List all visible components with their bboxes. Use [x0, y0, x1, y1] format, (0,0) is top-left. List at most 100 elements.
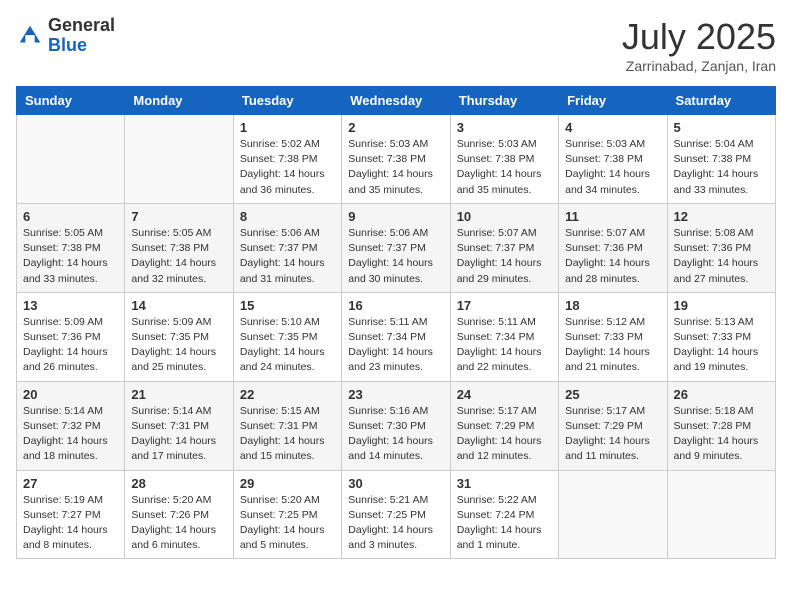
day-number: 21 — [131, 387, 226, 402]
day-info: Sunrise: 5:11 AM Sunset: 7:34 PM Dayligh… — [348, 315, 443, 376]
weekday-header-thursday: Thursday — [450, 87, 558, 115]
day-info: Sunrise: 5:04 AM Sunset: 7:38 PM Dayligh… — [674, 137, 769, 198]
day-info: Sunrise: 5:18 AM Sunset: 7:28 PM Dayligh… — [674, 404, 769, 465]
calendar-cell: 30 Sunrise: 5:21 AM Sunset: 7:25 PM Dayli… — [342, 470, 450, 559]
logo-general-text: General — [48, 16, 115, 36]
day-number: 22 — [240, 387, 335, 402]
weekday-header-row: SundayMondayTuesdayWednesdayThursdayFrid… — [17, 87, 776, 115]
calendar-cell: 18 Sunrise: 5:12 AM Sunset: 7:33 PM Dayli… — [559, 292, 667, 381]
day-info: Sunrise: 5:10 AM Sunset: 7:35 PM Dayligh… — [240, 315, 335, 376]
day-info: Sunrise: 5:16 AM Sunset: 7:30 PM Dayligh… — [348, 404, 443, 465]
week-row-5: 27 Sunrise: 5:19 AM Sunset: 7:27 PM Dayli… — [17, 470, 776, 559]
calendar-cell: 17 Sunrise: 5:11 AM Sunset: 7:34 PM Dayli… — [450, 292, 558, 381]
day-number: 31 — [457, 476, 552, 491]
calendar-cell: 6Sunrise: 5:05 AM Sunset: 7:38 PM Daylig… — [17, 203, 125, 292]
day-number: 20 — [23, 387, 118, 402]
day-info: Sunrise: 5:07 AM Sunset: 7:37 PM Dayligh… — [457, 226, 552, 287]
calendar-cell: 13Sunrise: 5:09 AM Sunset: 7:36 PM Dayli… — [17, 292, 125, 381]
week-row-1: 1 Sunrise: 5:02 AM Sunset: 7:38 PM Daylig… — [17, 115, 776, 204]
day-number: 18 — [565, 298, 660, 313]
day-info: Sunrise: 5:05 AM Sunset: 7:38 PM Dayligh… — [131, 226, 226, 287]
calendar-cell — [667, 470, 775, 559]
day-info: Sunrise: 5:14 AM Sunset: 7:32 PM Dayligh… — [23, 404, 118, 465]
day-number: 3 — [457, 120, 552, 135]
day-number: 16 — [348, 298, 443, 313]
calendar-cell: 25Sunrise: 5:17 AM Sunset: 7:29 PM Dayli… — [559, 381, 667, 470]
day-info: Sunrise: 5:02 AM Sunset: 7:38 PM Dayligh… — [240, 137, 335, 198]
calendar-cell: 24Sunrise: 5:17 AM Sunset: 7:29 PM Dayli… — [450, 381, 558, 470]
calendar-cell: 14 Sunrise: 5:09 AM Sunset: 7:35 PM Dayli… — [125, 292, 233, 381]
day-info: Sunrise: 5:15 AM Sunset: 7:31 PM Dayligh… — [240, 404, 335, 465]
weekday-header-saturday: Saturday — [667, 87, 775, 115]
day-info: Sunrise: 5:03 AM Sunset: 7:38 PM Dayligh… — [457, 137, 552, 198]
weekday-header-monday: Monday — [125, 87, 233, 115]
day-number: 27 — [23, 476, 118, 491]
calendar-cell: 1 Sunrise: 5:02 AM Sunset: 7:38 PM Daylig… — [233, 115, 341, 204]
day-number: 5 — [674, 120, 769, 135]
day-number: 12 — [674, 209, 769, 224]
day-info: Sunrise: 5:22 AM Sunset: 7:24 PM Dayligh… — [457, 493, 552, 554]
day-info: Sunrise: 5:09 AM Sunset: 7:36 PM Dayligh… — [23, 315, 118, 376]
calendar-cell: 19 Sunrise: 5:13 AM Sunset: 7:33 PM Dayli… — [667, 292, 775, 381]
day-info: Sunrise: 5:03 AM Sunset: 7:38 PM Dayligh… — [565, 137, 660, 198]
day-number: 23 — [348, 387, 443, 402]
logo: General Blue — [16, 16, 115, 56]
calendar-cell: 16 Sunrise: 5:11 AM Sunset: 7:34 PM Dayli… — [342, 292, 450, 381]
day-number: 14 — [131, 298, 226, 313]
day-number: 1 — [240, 120, 335, 135]
day-number: 8 — [240, 209, 335, 224]
day-info: Sunrise: 5:05 AM Sunset: 7:38 PM Dayligh… — [23, 226, 118, 287]
day-number: 9 — [348, 209, 443, 224]
calendar-cell: 28 Sunrise: 5:20 AM Sunset: 7:26 PM Dayli… — [125, 470, 233, 559]
day-info: Sunrise: 5:13 AM Sunset: 7:33 PM Dayligh… — [674, 315, 769, 376]
logo-text: General Blue — [48, 16, 115, 56]
logo-blue-text: Blue — [48, 36, 115, 56]
day-number: 10 — [457, 209, 552, 224]
day-info: Sunrise: 5:21 AM Sunset: 7:25 PM Dayligh… — [348, 493, 443, 554]
calendar-cell: 5 Sunrise: 5:04 AM Sunset: 7:38 PM Daylig… — [667, 115, 775, 204]
page-header: General Blue July 2025 Zarrinabad, Zanja… — [16, 16, 776, 74]
day-number: 26 — [674, 387, 769, 402]
calendar-cell: 3 Sunrise: 5:03 AM Sunset: 7:38 PM Daylig… — [450, 115, 558, 204]
day-info: Sunrise: 5:06 AM Sunset: 7:37 PM Dayligh… — [348, 226, 443, 287]
day-info: Sunrise: 5:20 AM Sunset: 7:26 PM Dayligh… — [131, 493, 226, 554]
day-info: Sunrise: 5:03 AM Sunset: 7:38 PM Dayligh… — [348, 137, 443, 198]
calendar-cell: 2Sunrise: 5:03 AM Sunset: 7:38 PM Daylig… — [342, 115, 450, 204]
day-number: 28 — [131, 476, 226, 491]
day-info: Sunrise: 5:08 AM Sunset: 7:36 PM Dayligh… — [674, 226, 769, 287]
week-row-4: 20 Sunrise: 5:14 AM Sunset: 7:32 PM Dayli… — [17, 381, 776, 470]
day-info: Sunrise: 5:17 AM Sunset: 7:29 PM Dayligh… — [457, 404, 552, 465]
weekday-header-wednesday: Wednesday — [342, 87, 450, 115]
day-info: Sunrise: 5:20 AM Sunset: 7:25 PM Dayligh… — [240, 493, 335, 554]
weekday-header-friday: Friday — [559, 87, 667, 115]
day-info: Sunrise: 5:09 AM Sunset: 7:35 PM Dayligh… — [131, 315, 226, 376]
calendar-cell: 7Sunrise: 5:05 AM Sunset: 7:38 PM Daylig… — [125, 203, 233, 292]
calendar-cell: 11 Sunrise: 5:07 AM Sunset: 7:36 PM Dayli… — [559, 203, 667, 292]
day-number: 4 — [565, 120, 660, 135]
calendar-table: SundayMondayTuesdayWednesdayThursdayFrid… — [16, 86, 776, 559]
calendar-cell: 4 Sunrise: 5:03 AM Sunset: 7:38 PM Daylig… — [559, 115, 667, 204]
day-info: Sunrise: 5:12 AM Sunset: 7:33 PM Dayligh… — [565, 315, 660, 376]
week-row-3: 13Sunrise: 5:09 AM Sunset: 7:36 PM Dayli… — [17, 292, 776, 381]
calendar-cell: 31 Sunrise: 5:22 AM Sunset: 7:24 PM Dayli… — [450, 470, 558, 559]
calendar-cell: 12 Sunrise: 5:08 AM Sunset: 7:36 PM Dayli… — [667, 203, 775, 292]
calendar-cell: 29Sunrise: 5:20 AM Sunset: 7:25 PM Dayli… — [233, 470, 341, 559]
calendar-cell: 27 Sunrise: 5:19 AM Sunset: 7:27 PM Dayli… — [17, 470, 125, 559]
day-info: Sunrise: 5:19 AM Sunset: 7:27 PM Dayligh… — [23, 493, 118, 554]
day-info: Sunrise: 5:07 AM Sunset: 7:36 PM Dayligh… — [565, 226, 660, 287]
calendar-cell: 15 Sunrise: 5:10 AM Sunset: 7:35 PM Dayli… — [233, 292, 341, 381]
calendar-cell: 8 Sunrise: 5:06 AM Sunset: 7:37 PM Daylig… — [233, 203, 341, 292]
day-number: 17 — [457, 298, 552, 313]
day-info: Sunrise: 5:11 AM Sunset: 7:34 PM Dayligh… — [457, 315, 552, 376]
weekday-header-tuesday: Tuesday — [233, 87, 341, 115]
calendar-cell — [559, 470, 667, 559]
day-number: 19 — [674, 298, 769, 313]
calendar-cell: 22 Sunrise: 5:15 AM Sunset: 7:31 PM Dayli… — [233, 381, 341, 470]
day-number: 30 — [348, 476, 443, 491]
day-number: 15 — [240, 298, 335, 313]
day-info: Sunrise: 5:06 AM Sunset: 7:37 PM Dayligh… — [240, 226, 335, 287]
day-info: Sunrise: 5:14 AM Sunset: 7:31 PM Dayligh… — [131, 404, 226, 465]
day-number: 11 — [565, 209, 660, 224]
calendar-cell: 9 Sunrise: 5:06 AM Sunset: 7:37 PM Daylig… — [342, 203, 450, 292]
day-number: 25 — [565, 387, 660, 402]
